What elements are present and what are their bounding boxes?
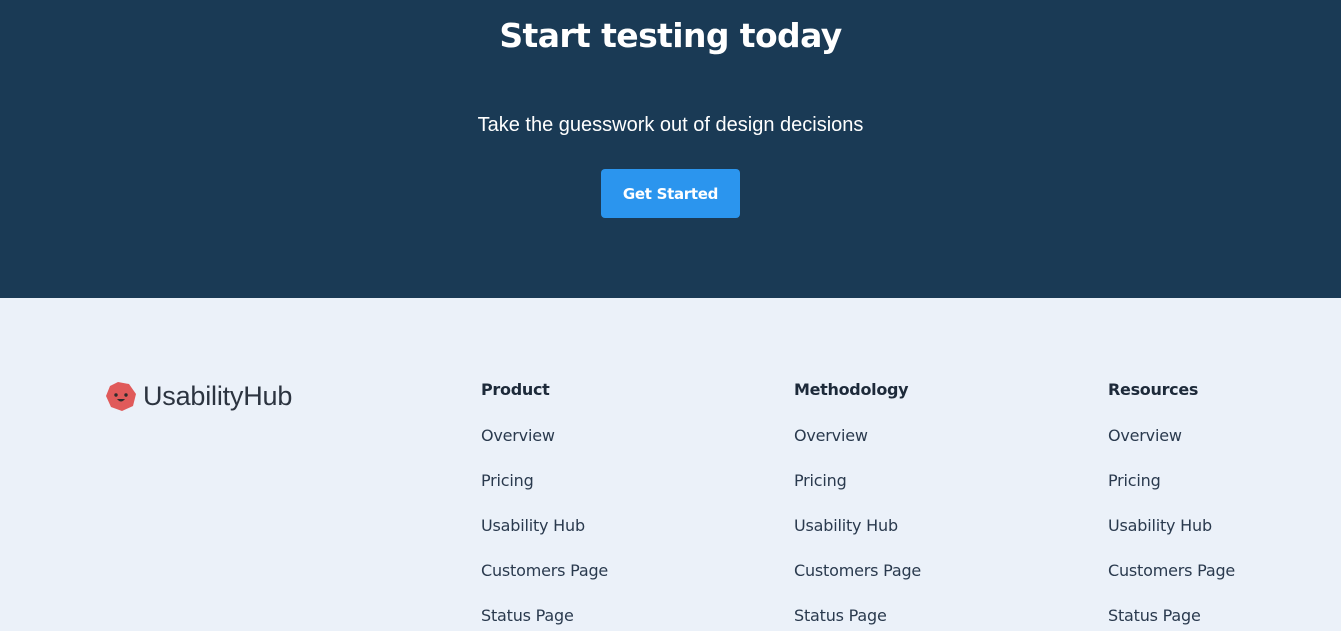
footer-link-usability-hub[interactable]: Usability Hub (481, 516, 585, 535)
footer-link-status-page[interactable]: Status Page (481, 606, 574, 625)
footer-link-customers-page[interactable]: Customers Page (794, 561, 921, 580)
footer-link-overview[interactable]: Overview (1108, 426, 1182, 445)
footer-link-overview[interactable]: Overview (794, 426, 868, 445)
footer-link-customers-page[interactable]: Customers Page (481, 561, 608, 580)
site-footer: UsabilityHub Product Overview Pricing Us… (0, 298, 1341, 631)
cta-title: Start testing today (499, 16, 842, 55)
footer-column-heading: Resources (1108, 380, 1199, 399)
footer-link-usability-hub[interactable]: Usability Hub (1108, 516, 1212, 535)
brand-logo-link[interactable]: UsabilityHub (105, 379, 292, 413)
footer-link-customers-page[interactable]: Customers Page (1108, 561, 1235, 580)
footer-link-pricing[interactable]: Pricing (794, 471, 847, 490)
footer-link-pricing[interactable]: Pricing (1108, 471, 1161, 490)
get-started-button[interactable]: Get Started (601, 169, 740, 218)
footer-link-status-page[interactable]: Status Page (794, 606, 887, 625)
cta-subtitle: Take the guesswork out of design decisio… (477, 114, 864, 136)
cta-section: Start testing today Take the guesswork o… (0, 0, 1341, 298)
footer-link-usability-hub[interactable]: Usability Hub (794, 516, 898, 535)
footer-column-heading: Methodology (794, 380, 909, 399)
footer-link-overview[interactable]: Overview (481, 426, 555, 445)
brand-name: UsabilityHub (143, 380, 293, 411)
footer-column-heading: Product (481, 380, 550, 399)
footer-link-pricing[interactable]: Pricing (481, 471, 534, 490)
smiling-hexagon-logo-icon (106, 382, 136, 411)
footer-link-status-page[interactable]: Status Page (1108, 606, 1201, 625)
